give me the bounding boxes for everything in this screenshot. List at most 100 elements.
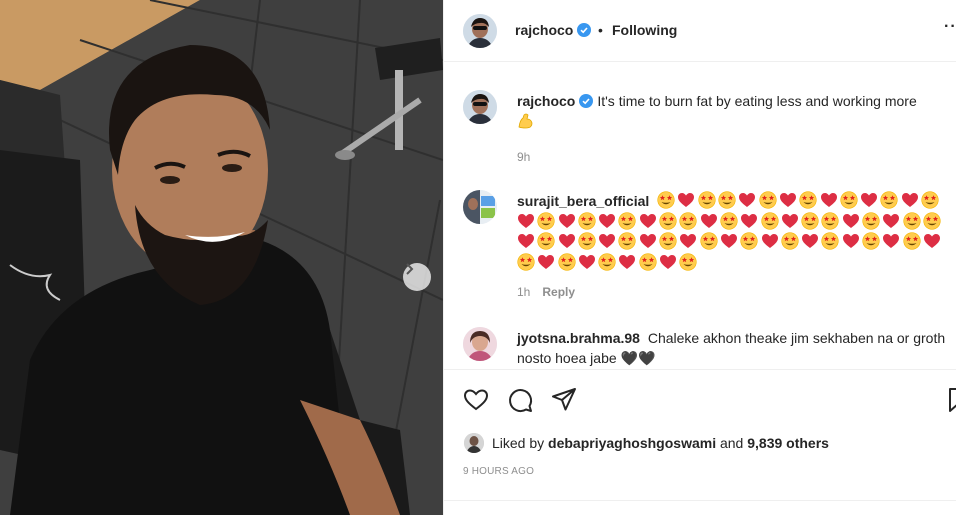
post-actions-bar [444,369,956,429]
red-heart-emoji [720,234,737,248]
star-struck-emoji [659,211,677,230]
star-struck-emoji [759,191,777,209]
red-heart-emoji [678,193,695,207]
star-struck-emoji [578,211,596,230]
red-heart-emoji [700,213,717,228]
red-heart-emoji [639,234,656,248]
caption-time: 9h [517,150,531,164]
bookmark-icon[interactable] [944,386,956,414]
caption-text-block: rajchoco It's time to burn fat by eating … [517,92,956,132]
liker-avatar-image [464,433,484,453]
red-heart-emoji [802,234,819,248]
star-struck-emoji [760,211,779,230]
star-struck-emoji [921,191,939,209]
star-struck-emoji [903,232,921,250]
star-struck-emoji [740,232,758,250]
likes-conj: and [719,435,744,451]
red-heart-emoji [619,254,636,269]
caption-avatar-image [463,90,497,124]
red-heart-emoji [558,213,575,228]
red-heart-emoji [842,234,859,248]
likes-count-link[interactable]: 9,839 others [747,435,829,451]
star-struck-emoji [720,211,738,230]
star-struck-emoji [801,211,819,230]
star-struck-emoji [557,252,576,271]
share-icon[interactable] [550,386,578,414]
comment-avatar-image [463,190,497,224]
post-side-panel: rajchoco • Following ··· rajchoco It's ti… [443,0,956,515]
star-struck-emoji [657,191,675,209]
star-struck-emoji [821,232,840,250]
post-timestamp[interactable]: 9 HOURS AGO [463,466,534,477]
comment-text-block: jyotsna.brahma.98 Chaleke akhon theake j… [517,329,947,368]
star-struck-emoji [618,211,637,230]
star-struck-emoji [659,232,677,250]
caption-text: It's time to burn fat by eating less and… [597,93,917,109]
caption-username[interactable]: rajchoco [517,93,575,109]
star-struck-emoji [698,191,716,209]
header-separator: • [598,22,603,38]
comment-username[interactable]: jyotsna.brahma.98 [517,330,640,346]
next-photo-button[interactable] [403,263,431,291]
comment-trailing-emoji: 🖤🖤 [620,349,656,366]
red-heart-emoji [599,213,616,228]
star-struck-emoji [537,232,555,250]
star-struck-emoji [840,191,858,209]
like-heart-icon[interactable] [462,386,490,414]
red-heart-emoji [538,254,555,269]
star-struck-emoji [903,211,921,230]
comment-avatar[interactable] [463,327,497,361]
next-arrow-icon [406,263,414,275]
following-button[interactable]: Following [612,22,677,38]
comment-username[interactable]: surajit_bera_official [517,193,649,209]
red-heart-emoji [901,193,918,207]
red-heart-emoji [741,213,758,228]
red-heart-emoji [518,213,534,228]
liker-username[interactable]: debapriyaghoshgoswami [548,435,716,451]
red-heart-emoji [883,234,900,248]
header-username[interactable]: rajchoco [515,22,573,38]
comment-text-block: surajit_bera_official [517,191,956,273]
reply-button[interactable]: Reply [542,285,575,299]
red-heart-emoji [639,213,656,228]
star-struck-emoji [679,211,697,230]
verified-badge-icon [579,94,594,108]
star-struck-emoji [880,191,899,209]
post-header: rajchoco • Following ··· [444,0,956,62]
star-struck-emoji [639,252,657,271]
star-struck-emoji [537,211,555,230]
red-heart-emoji [680,234,697,248]
red-heart-emoji [558,234,575,248]
red-heart-emoji [781,213,798,228]
likes-prefix: Liked by [492,435,545,451]
post-photo[interactable] [0,0,443,515]
comment-avatar-image [463,327,497,361]
comment-icon[interactable] [506,386,534,414]
red-heart-emoji [779,193,796,207]
author-avatar[interactable] [463,14,497,48]
red-heart-emoji [518,234,534,248]
star-struck-emoji [821,211,840,230]
red-heart-emoji [820,193,837,207]
gym-selfie-image [0,0,443,515]
star-struck-emoji [578,232,596,250]
likes-summary: Liked by debapriyaghoshgoswami and 9,839… [464,431,829,455]
comment-meta: 1h Reply [517,285,575,299]
more-options-icon[interactable]: ··· [944,18,956,36]
red-heart-emoji [660,254,677,269]
comment-avatar[interactable] [463,190,497,224]
verified-badge-icon [577,23,592,37]
star-struck-emoji [718,191,736,209]
caption-avatar[interactable] [463,90,497,124]
add-comment-area[interactable] [444,500,956,515]
star-struck-emoji [700,232,718,250]
star-struck-emoji [799,191,817,209]
author-avatar-image [463,14,497,48]
star-struck-emoji [862,232,880,250]
liker-avatar[interactable] [464,433,484,453]
comment-time: 1h [517,285,531,299]
flexed-biceps-emoji [518,113,533,128]
red-heart-emoji [861,193,878,207]
star-struck-emoji [517,252,535,271]
comments-list[interactable]: rajchoco It's time to burn fat by eating … [444,63,956,369]
